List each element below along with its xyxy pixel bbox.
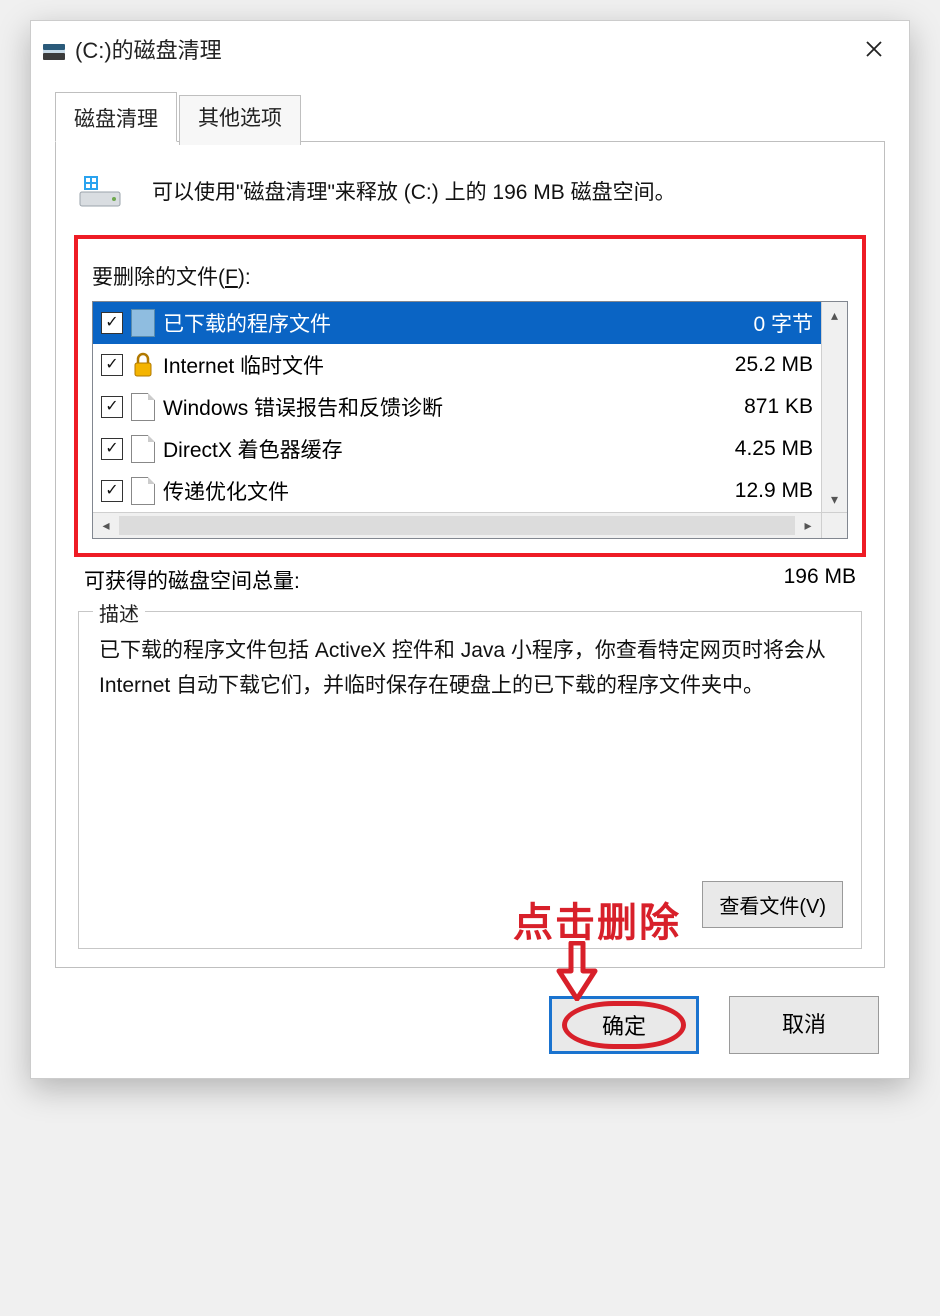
vertical-scrollbar[interactable]: ▴ ▾ (821, 302, 847, 512)
list-item-label: Internet 临时文件 (163, 350, 725, 380)
app-icon (43, 38, 65, 60)
disk-cleanup-dialog: (C:)的磁盘清理 磁盘清理 其他选项 (30, 20, 910, 1079)
cancel-button[interactable]: 取消 (729, 996, 879, 1054)
scroll-up-button[interactable]: ▴ (822, 302, 847, 328)
list-item-size: 871 KB (734, 395, 813, 419)
checkbox[interactable]: ✓ (101, 354, 123, 376)
list-item-label: 传递优化文件 (163, 476, 725, 506)
tab-strip: 磁盘清理 其他选项 (55, 91, 885, 142)
ok-button[interactable]: 确定 (549, 996, 699, 1054)
drive-icon (76, 164, 126, 217)
files-listbox[interactable]: ✓ 已下载的程序文件0 字节 ✓ Internet 临时文件25.2 MB ✓ Windo… (92, 301, 848, 539)
files-to-delete-label: 要删除的文件(F): (92, 261, 848, 291)
list-item[interactable]: ✓ Internet 临时文件25.2 MB (93, 344, 821, 386)
folder-icon (131, 309, 155, 337)
list-item-size: 0 字节 (743, 308, 813, 338)
lock-icon (131, 351, 155, 379)
view-files-button[interactable]: 查看文件(V) (702, 881, 843, 928)
description-legend: 描述 (93, 598, 145, 627)
dialog-button-bar: 确定 取消 (55, 996, 885, 1054)
total-space-value: 196 MB (784, 565, 856, 595)
list-item[interactable]: ✓ DirectX 着色器缓存4.25 MB (93, 428, 821, 470)
document-icon (131, 477, 155, 505)
summary-text: 可以使用"磁盘清理"来释放 (C:) 上的 196 MB 磁盘空间。 (152, 176, 676, 206)
list-item[interactable]: ✓ Windows 错误报告和反馈诊断871 KB (93, 386, 821, 428)
scroll-track[interactable] (119, 516, 795, 535)
list-item-size: 25.2 MB (725, 353, 813, 377)
annotation-highlight-box: 要删除的文件(F): ✓ 已下载的程序文件0 字节 ✓ Internet 临时文件25… (74, 235, 866, 557)
list-item-label: DirectX 着色器缓存 (163, 434, 725, 464)
titlebar: (C:)的磁盘清理 (31, 21, 909, 77)
document-icon (131, 435, 155, 463)
document-icon (131, 393, 155, 421)
description-text: 已下载的程序文件包括 ActiveX 控件和 Java 小程序，你查看特定网页时… (99, 634, 841, 703)
close-button[interactable] (851, 29, 897, 69)
scrollbar-corner (821, 513, 847, 538)
checkbox[interactable]: ✓ (101, 396, 123, 418)
scroll-left-button[interactable]: ◂ (93, 513, 119, 538)
list-item-label: 已下载的程序文件 (163, 308, 743, 338)
list-item[interactable]: ✓ 已下载的程序文件0 字节 (93, 302, 821, 344)
tab-more-options[interactable]: 其他选项 (179, 95, 301, 145)
list-item-label: Windows 错误报告和反馈诊断 (163, 392, 734, 422)
checkbox[interactable]: ✓ (101, 312, 123, 334)
total-space-row: 可获得的磁盘空间总量: 196 MB (84, 565, 856, 595)
description-group: 描述 已下载的程序文件包括 ActiveX 控件和 Java 小程序，你查看特定… (78, 611, 862, 949)
dialog-content: 磁盘清理 其他选项 可以使用"磁盘清理"来释放 (C:) 上的 196 (31, 91, 909, 1078)
list-item-size: 4.25 MB (725, 437, 813, 461)
close-icon (865, 40, 883, 58)
list-item[interactable]: ✓ 传递优化文件12.9 MB (93, 470, 821, 512)
total-space-label: 可获得的磁盘空间总量: (84, 565, 300, 595)
horizontal-scrollbar[interactable]: ◂ ▸ (93, 512, 847, 538)
tab-panel: 可以使用"磁盘清理"来释放 (C:) 上的 196 MB 磁盘空间。 要删除的文… (55, 142, 885, 968)
checkbox[interactable]: ✓ (101, 480, 123, 502)
list-item-size: 12.9 MB (725, 479, 813, 503)
tab-disk-cleanup[interactable]: 磁盘清理 (55, 92, 177, 142)
scroll-down-button[interactable]: ▾ (822, 486, 847, 512)
window-title: (C:)的磁盘清理 (75, 33, 222, 65)
checkbox[interactable]: ✓ (101, 438, 123, 460)
scroll-track[interactable] (822, 328, 847, 486)
summary-row: 可以使用"磁盘清理"来释放 (C:) 上的 196 MB 磁盘空间。 (74, 164, 866, 217)
scroll-right-button[interactable]: ▸ (795, 513, 821, 538)
